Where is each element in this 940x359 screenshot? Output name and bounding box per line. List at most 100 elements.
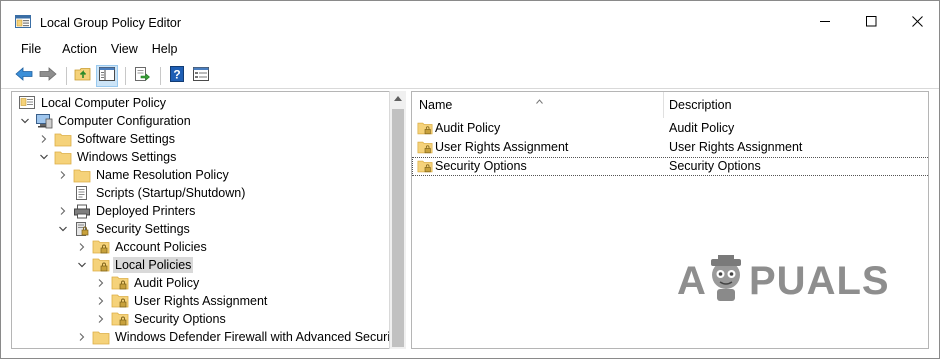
chevron-right-icon[interactable] — [56, 204, 70, 218]
tree-item-label: Computer Configuration — [58, 114, 191, 128]
tree-item-scripts[interactable]: Scripts (Startup/Shutdown) — [73, 184, 247, 202]
toolbar-separator — [160, 66, 161, 85]
tree-item-user-rights-assignment[interactable]: User Rights Assignment — [94, 292, 269, 310]
scrollbar-thumb[interactable] — [392, 109, 404, 347]
menu-file[interactable]: File — [1, 39, 48, 61]
menu-view[interactable]: View — [111, 39, 138, 61]
chevron-down-icon[interactable] — [75, 258, 89, 272]
tree-item-software-settings[interactable]: Software Settings — [37, 130, 177, 148]
forward-button[interactable] — [37, 65, 59, 87]
scripts-icon — [73, 185, 91, 201]
locked-folder-icon — [111, 311, 129, 327]
tree-item-label: Windows Defender Firewall with Advanced … — [115, 330, 400, 344]
tree-item-label: Account Policies — [115, 240, 207, 254]
locked-folder-icon — [417, 140, 433, 155]
list-item-audit-policy[interactable]: Audit Policy Audit Policy — [412, 119, 928, 138]
folder-icon — [92, 329, 110, 345]
chevron-right-icon[interactable] — [56, 168, 70, 182]
tree-item-label: Deployed Printers — [96, 204, 196, 218]
menu-bar: File Action View Help — [1, 39, 178, 61]
tree-item-security-options[interactable]: Security Options — [94, 310, 228, 328]
list-item-user-rights-assignment[interactable]: User Rights Assignment User Rights Assig… — [412, 138, 928, 157]
tree-item-label: Software Settings — [77, 132, 175, 146]
export-list-icon — [134, 66, 150, 85]
mascot-icon — [707, 255, 745, 308]
sort-ascending-icon — [536, 93, 543, 104]
chevron-right-icon[interactable] — [75, 240, 89, 254]
local-group-policy-editor-window: Local Group Policy Editor File Action Vi… — [0, 0, 940, 359]
close-icon — [911, 16, 923, 30]
help-button[interactable]: ? — [166, 65, 188, 87]
tree-item-account-policies[interactable]: Account Policies — [75, 238, 209, 256]
tree-item-label: Name Resolution Policy — [96, 168, 229, 182]
export-list-button[interactable] — [131, 65, 153, 87]
appuals-watermark: A PUALS — [677, 255, 889, 308]
tree-item-name-resolution-policy[interactable]: Name Resolution Policy — [56, 166, 231, 184]
watermark-text-left: A — [677, 259, 707, 303]
tree-item-security-settings[interactable]: Security Settings — [56, 220, 192, 238]
maximize-button[interactable] — [853, 9, 889, 37]
show-hide-console-tree-button[interactable] — [96, 64, 118, 87]
list-item-security-options[interactable]: Security Options Security Options — [412, 157, 928, 176]
folder-icon — [54, 149, 72, 165]
tree-item-windows-settings[interactable]: Windows Settings — [37, 148, 178, 166]
details-list: Name Description Audit Policy Audit Poli… — [411, 91, 929, 349]
tree-item-computer-configuration[interactable]: Computer Configuration — [18, 112, 193, 130]
forward-icon — [39, 67, 57, 84]
tree-item-label: Local Policies — [113, 257, 194, 273]
title-bar: Local Group Policy Editor — [1, 1, 939, 37]
maximize-icon — [865, 16, 877, 30]
scroll-up-arrow-icon[interactable] — [394, 96, 402, 101]
security-settings-icon — [73, 221, 91, 237]
list-item-name: Security Options — [435, 159, 527, 173]
tree-item-local-policies[interactable]: Local Policies — [75, 256, 194, 274]
toolbar-separator — [66, 66, 67, 85]
computer-policy-icon — [18, 95, 36, 111]
tree-item-label: User Rights Assignment — [134, 294, 268, 308]
minimize-button[interactable] — [807, 9, 843, 37]
computer-icon — [35, 113, 53, 129]
folder-icon — [73, 167, 91, 183]
column-header-name[interactable]: Name — [419, 98, 452, 112]
chevron-right-icon[interactable] — [75, 330, 89, 344]
column-divider[interactable] — [663, 92, 664, 118]
chevron-right-icon[interactable] — [94, 294, 108, 308]
menu-action[interactable]: Action — [62, 39, 97, 61]
show-hide-console-tree-icon — [99, 67, 115, 84]
tree-item-deployed-printers[interactable]: Deployed Printers — [56, 202, 197, 220]
list-item-description: User Rights Assignment — [669, 140, 803, 154]
properties-view-button[interactable] — [190, 65, 212, 87]
tree-item-label: Windows Settings — [77, 150, 177, 164]
list-item-name: User Rights Assignment — [435, 140, 569, 154]
list-item-description: Security Options — [669, 159, 761, 173]
minimize-icon — [819, 16, 831, 30]
list-header: Name Description — [412, 92, 928, 118]
chevron-right-icon[interactable] — [94, 312, 108, 326]
tree-item-windows-defender-firewall[interactable]: Windows Defender Firewall with Advanced … — [75, 328, 402, 346]
back-button[interactable] — [13, 65, 35, 87]
close-button[interactable] — [899, 9, 935, 37]
window-title: Local Group Policy Editor — [40, 16, 182, 30]
chevron-right-icon[interactable] — [37, 132, 51, 146]
tree-item-label: Audit Policy — [134, 276, 200, 290]
tree-item-label: Security Settings — [96, 222, 190, 236]
printer-icon — [73, 203, 91, 219]
chevron-down-icon[interactable] — [56, 222, 70, 236]
column-header-description[interactable]: Description — [669, 98, 732, 112]
chevron-down-icon[interactable] — [37, 150, 51, 164]
up-one-level-button[interactable] — [72, 65, 94, 87]
tree-item-local-computer-policy[interactable]: Local Computer Policy — [18, 94, 168, 112]
menu-help[interactable]: Help — [152, 39, 178, 61]
tree-item-label: Security Options — [134, 312, 226, 326]
chevron-right-icon[interactable] — [94, 276, 108, 290]
chevron-down-icon[interactable] — [18, 114, 32, 128]
tree-item-audit-policy[interactable]: Audit Policy — [94, 274, 201, 292]
back-icon — [15, 67, 33, 84]
toolbar-separator — [125, 66, 126, 85]
locked-folder-icon — [111, 293, 129, 309]
toolbar: ? — [1, 63, 939, 89]
locked-folder-icon — [417, 159, 433, 174]
group-policy-app-icon — [15, 15, 31, 29]
tree-vertical-scrollbar[interactable] — [389, 91, 406, 349]
locked-folder-icon — [92, 257, 110, 273]
